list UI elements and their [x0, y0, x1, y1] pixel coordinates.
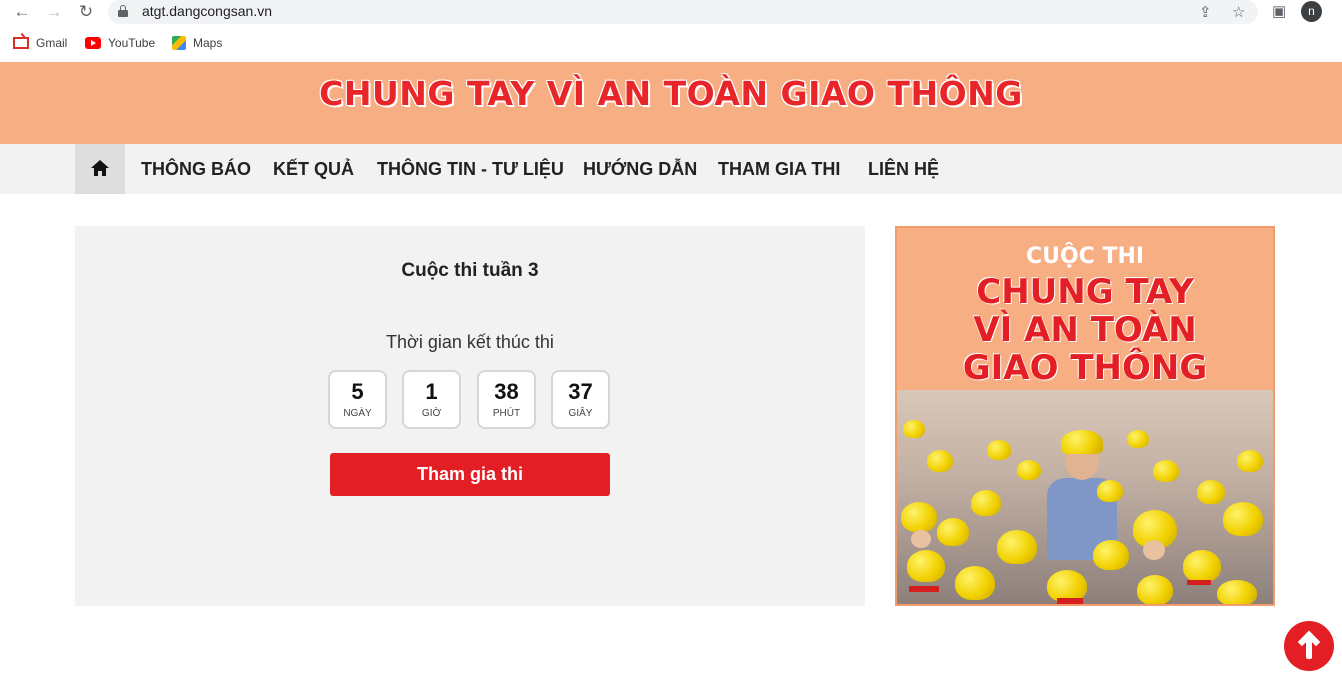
menu-item-huong-dan[interactable]: HƯỚNG DẪN: [583, 159, 697, 180]
menu-item-thong-tin[interactable]: THÔNG TIN - TƯ LIỆU: [377, 159, 564, 180]
url-text: atgt.dangcongsan.vn: [142, 3, 272, 19]
countdown-minutes: 38 PHÚT: [477, 370, 536, 429]
countdown-unit: NGÀY: [343, 408, 372, 419]
menu-item-lien-he[interactable]: LIÊN HỆ: [868, 159, 939, 180]
profile-avatar[interactable]: n: [1301, 1, 1322, 22]
share-icon[interactable]: ⇪: [1199, 3, 1212, 21]
scroll-to-top-button[interactable]: [1284, 621, 1334, 671]
gmail-icon: [13, 37, 29, 49]
countdown-days: 5 NGÀY: [328, 370, 387, 429]
bookmark-gmail[interactable]: Gmail: [13, 34, 67, 52]
countdown-hours: 1 GIỜ: [402, 370, 461, 429]
menu-item-ket-qua[interactable]: KẾT QUẢ: [273, 159, 354, 180]
bookmark-label: Maps: [193, 36, 223, 50]
browser-toolbar: ← → ↻ atgt.dangcongsan.vn ⇪ ☆ ▣ n: [0, 0, 1342, 25]
bookmark-youtube[interactable]: YouTube: [85, 34, 155, 52]
poster-title-line: GIAO THÔNG: [962, 348, 1208, 388]
bookmark-label: YouTube: [108, 36, 156, 50]
poster-subtitle: CUỘC THI: [1025, 244, 1145, 269]
bookmark-maps[interactable]: Maps: [172, 34, 222, 52]
maps-icon: [172, 36, 186, 50]
countdown-unit: PHÚT: [492, 408, 521, 419]
countdown-value: 38: [494, 379, 519, 404]
side-panel-icon[interactable]: ▣: [1272, 2, 1286, 20]
youtube-icon: [85, 37, 101, 49]
site-banner: CHUNG TAY VÌ AN TOÀN GIAO THÔNG: [0, 62, 1342, 144]
menu-item-tham-gia-thi[interactable]: THAM GIA THI: [718, 159, 840, 180]
poster-title-line: CHUNG TAY: [976, 272, 1194, 312]
main-menu: THÔNG BÁO KẾT QUẢ THÔNG TIN - TƯ LIỆU HƯ…: [0, 144, 1342, 194]
contest-panel: Cuộc thi tuần 3 Thời gian kết thúc thi 5…: [75, 226, 865, 606]
contest-title: Cuộc thi tuần 3: [401, 260, 539, 281]
banner-title: CHUNG TAY VÌ AN TOÀN GIAO THÔNG: [319, 74, 1023, 113]
countdown-seconds: 37 GIÂY: [551, 370, 610, 429]
reload-icon[interactable]: ↻: [76, 2, 96, 22]
back-arrow-icon[interactable]: ←: [12, 2, 32, 22]
contest-poster[interactable]: CUỘC THI CHUNG TAY VÌ AN TOÀN GIAO THÔNG: [895, 226, 1275, 606]
end-time-label: Thời gian kết thúc thi: [386, 332, 554, 352]
poster-title-line: VÌ AN TOÀN: [973, 310, 1197, 350]
menu-home-button[interactable]: [75, 144, 125, 194]
countdown-unit: GIỜ: [421, 408, 442, 419]
bookmark-label: Gmail: [36, 36, 68, 50]
crowd-photo: [897, 390, 1273, 604]
lock-icon: [118, 5, 128, 17]
join-contest-button[interactable]: Tham gia thi: [330, 453, 610, 496]
bookmarks-bar: Gmail YouTube Maps: [0, 31, 1342, 55]
address-bar[interactable]: atgt.dangcongsan.vn ⇪ ☆: [108, 0, 1258, 24]
countdown-value: 5: [351, 379, 364, 404]
countdown-value: 1: [425, 379, 438, 404]
forward-arrow-icon[interactable]: →: [44, 2, 64, 22]
home-icon: [91, 160, 109, 176]
countdown-unit: GIÂY: [568, 408, 593, 419]
menu-item-thong-bao[interactable]: THÔNG BÁO: [141, 159, 251, 180]
bookmark-star-icon[interactable]: ☆: [1232, 3, 1245, 21]
countdown-value: 37: [568, 379, 593, 404]
